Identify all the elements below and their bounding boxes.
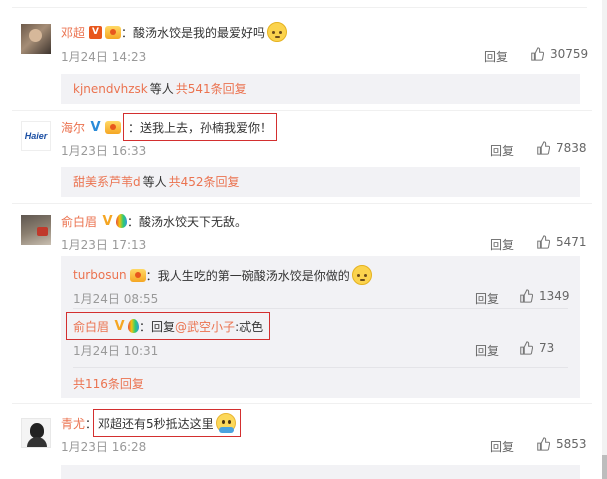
verified-v-icon: V <box>90 119 101 135</box>
comment-text: 送我上去，孙楠我爱你！ <box>140 120 273 135</box>
reply-summary-mid: 等人 <box>149 82 174 96</box>
comment-username[interactable]: 邓超 <box>61 24 85 41</box>
thumbs-up-icon <box>536 141 550 155</box>
comment-main-line: 海尔 V ： 送我上去，孙楠我爱你！ <box>61 113 278 141</box>
like-button[interactable]: 7838 <box>536 141 587 155</box>
reply-button[interactable]: 回复 <box>490 236 514 253</box>
sub-reply: 俞白眉 V ： 回复 @武空小子 :忒色 1月24日 10:31 回复 73 <box>66 312 568 359</box>
sub-reply-divider <box>73 308 568 309</box>
comment-date: 1月23日 16:33 <box>61 144 147 158</box>
vertical-scrollbar[interactable] <box>602 0 607 479</box>
mention-link[interactable]: @武空小子 <box>175 318 235 335</box>
thumbs-up-icon <box>519 341 533 355</box>
sub-reply: turbosun ： 我人生吃的第一碗酸汤水饺是你做的 1月24日 08:55 … <box>73 265 570 307</box>
sub-reply-text: :忒色 <box>235 319 264 334</box>
avatar[interactable]: Haier <box>21 121 51 151</box>
like-button[interactable]: 5471 <box>536 235 587 249</box>
verified-v-icon: V <box>102 213 113 229</box>
like-button[interactable]: 30759 <box>530 47 588 61</box>
comment-date: 1月24日 14:23 <box>61 50 147 64</box>
highlighted-comment-box: ： 送我上去，孙楠我爱你！ <box>123 113 278 141</box>
colon: ： <box>128 120 141 135</box>
comment-main-line: 青尤 ： 邓超还有5秒抵达这里 <box>61 409 241 437</box>
reply-summary[interactable]: kjnendvhzsk 等人 共541条回复 <box>61 74 580 104</box>
comment-divider <box>12 403 592 404</box>
verified-v-icon: V <box>114 318 125 334</box>
comment-username[interactable]: 青尤 <box>61 415 85 432</box>
avatar[interactable] <box>21 24 51 54</box>
sub-reply-text: 我人生吃的第一碗酸汤水饺是你做的 <box>157 268 350 283</box>
reply-button[interactable]: 回复 <box>490 142 514 159</box>
colon: ： <box>145 268 158 283</box>
member-crown-icon[interactable] <box>105 25 122 39</box>
balloon-icon[interactable] <box>128 319 140 333</box>
like-button[interactable]: 1349 <box>519 289 570 303</box>
more-replies-link[interactable]: 共116条回复 <box>73 375 144 392</box>
comment-username[interactable]: 俞白眉 <box>61 213 97 230</box>
avatar[interactable] <box>21 215 51 245</box>
reply-summary-mid: 等人 <box>142 175 167 189</box>
reply-button[interactable]: 回复 <box>475 342 499 359</box>
sub-reply-line: 俞白眉 V ： 回复 @武空小子 :忒色 <box>66 312 271 340</box>
like-button[interactable]: 73 <box>519 341 554 355</box>
comment-text: 酸汤水饺天下无敌。 <box>139 214 248 229</box>
avatar[interactable] <box>21 418 51 448</box>
reply-summary-user[interactable]: kjnendvhzsk <box>73 82 148 96</box>
sub-reply-date: 1月24日 10:31 <box>73 344 159 358</box>
like-count: 5853 <box>556 437 587 451</box>
reply-summary-count[interactable]: 共452条回复 <box>169 175 240 189</box>
verified-v-icon: V <box>89 25 103 39</box>
reply-summary[interactable]: 甜美系芦苇d 等人 共452条回复 <box>61 167 580 197</box>
reply-summary-partial[interactable] <box>61 465 580 479</box>
cat-face-emoji <box>351 265 372 285</box>
sub-reply-prefix: 回复 <box>151 319 176 334</box>
reply-summary-user[interactable]: 甜美系芦苇d <box>73 175 141 189</box>
reply-button[interactable]: 回复 <box>484 48 508 65</box>
weibo-comment-list: 邓超 V ： 酸汤水饺是我的最爱好吗 1月24日 14:23 回复 30759 … <box>0 0 607 479</box>
comment-main-line: 俞白眉 V ： 酸汤水饺天下无敌。 <box>61 212 247 230</box>
like-count: 1349 <box>539 289 570 303</box>
comment-divider <box>12 203 592 204</box>
top-divider <box>12 0 587 8</box>
sub-reply-line: turbosun ： 我人生吃的第一碗酸汤水饺是你做的 <box>73 265 372 285</box>
comment-username[interactable]: 海尔 <box>61 119 85 136</box>
reply-thread: turbosun ： 我人生吃的第一碗酸汤水饺是你做的 1月24日 08:55 … <box>61 256 580 398</box>
like-count: 7838 <box>556 141 587 155</box>
like-count: 30759 <box>550 47 589 61</box>
reply-button[interactable]: 回复 <box>475 290 499 307</box>
thumbs-up-icon <box>519 289 533 303</box>
thumbs-up-icon <box>530 47 544 61</box>
colon: ： <box>121 25 134 40</box>
colon: ： <box>139 319 152 334</box>
comment-text: 酸汤水饺是我的最爱好吗 <box>133 25 266 40</box>
member-crown-icon[interactable] <box>105 120 122 134</box>
thumbs-up-icon <box>536 437 550 451</box>
sub-reply-date: 1月24日 08:55 <box>73 292 159 306</box>
sub-reply-username[interactable]: turbosun <box>73 268 127 282</box>
comment-date: 1月23日 16:28 <box>61 440 147 454</box>
balloon-icon[interactable] <box>116 214 128 228</box>
scrollbar-thumb[interactable] <box>602 455 607 479</box>
like-count: 73 <box>539 341 555 355</box>
comment-main-line: 邓超 V ： 酸汤水饺是我的最爱好吗 <box>61 22 288 42</box>
sub-reply-username[interactable]: 俞白眉 <box>73 318 109 335</box>
sub-reply-divider <box>73 367 568 368</box>
colon: ： <box>127 214 140 229</box>
like-button[interactable]: 5853 <box>536 437 587 451</box>
comment-text: 邓超还有5秒抵达这里 <box>98 416 214 431</box>
smiling-face-emoji <box>215 413 236 433</box>
comment-date: 1月23日 17:13 <box>61 238 147 252</box>
reply-summary-count[interactable]: 共541条回复 <box>176 82 247 96</box>
comment-divider <box>12 110 592 111</box>
like-count: 5471 <box>556 235 587 249</box>
highlighted-comment-box: 邓超还有5秒抵达这里 <box>93 409 241 437</box>
cat-face-emoji <box>267 22 288 42</box>
member-crown-icon[interactable] <box>129 268 146 282</box>
thumbs-up-icon <box>536 235 550 249</box>
reply-button[interactable]: 回复 <box>490 438 514 455</box>
